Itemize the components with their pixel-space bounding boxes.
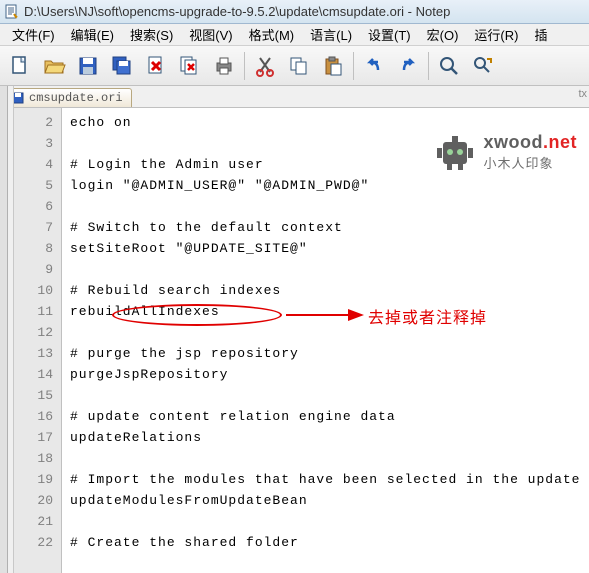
code-line[interactable]: updateModulesFromUpdateBean [62, 490, 589, 511]
code-line[interactable] [62, 448, 589, 469]
menu-file[interactable]: 文件(F) [4, 23, 63, 46]
menu-macro[interactable]: 宏(O) [419, 23, 467, 46]
code-line[interactable] [62, 133, 589, 154]
window-titlebar: D:\Users\NJ\soft\opencms-upgrade-to-9.5.… [0, 0, 589, 24]
menu-edit[interactable]: 编辑(E) [63, 23, 122, 46]
toolbar-separator [353, 52, 354, 80]
save-all-icon[interactable] [106, 50, 138, 82]
tabbar: cmsupdate.ori tx [0, 86, 589, 108]
save-icon[interactable] [72, 50, 104, 82]
print-icon[interactable] [208, 50, 240, 82]
code-line[interactable]: # Switch to the default context [62, 217, 589, 238]
code-line[interactable]: # purge the jsp repository [62, 343, 589, 364]
line-number: 18 [14, 448, 61, 469]
menu-view[interactable]: 视图(V) [181, 23, 240, 46]
new-file-icon[interactable] [4, 50, 36, 82]
code-line[interactable]: echo on [62, 112, 589, 133]
app-icon [4, 4, 20, 20]
line-number: 3 [14, 133, 61, 154]
code-line[interactable]: # Rebuild search indexes [62, 280, 589, 301]
code-line[interactable]: updateRelations [62, 427, 589, 448]
code-line[interactable]: login "@ADMIN_USER@" "@ADMIN_PWD@" [62, 175, 589, 196]
menu-run[interactable]: 运行(R) [466, 23, 526, 46]
toolbar [0, 46, 589, 86]
code-line[interactable]: # Create the shared folder [62, 532, 589, 553]
paste-icon[interactable] [317, 50, 349, 82]
code-line[interactable] [62, 322, 589, 343]
line-number: 11 [14, 301, 61, 322]
undo-icon[interactable] [358, 50, 390, 82]
code-area[interactable]: xwood.net 小木人印象 去掉或者注释掉 echo on# Login t… [62, 108, 589, 573]
toolbar-separator [244, 52, 245, 80]
menu-settings[interactable]: 设置(T) [360, 23, 419, 46]
line-number: 15 [14, 385, 61, 406]
code-line[interactable]: setSiteRoot "@UPDATE_SITE@" [62, 238, 589, 259]
line-number: 14 [14, 364, 61, 385]
line-number: 12 [14, 322, 61, 343]
line-number: 20 [14, 490, 61, 511]
code-line[interactable]: # Login the Admin user [62, 154, 589, 175]
find-icon[interactable] [433, 50, 465, 82]
line-number: 9 [14, 259, 61, 280]
left-dock [0, 86, 8, 573]
replace-icon[interactable] [467, 50, 499, 82]
line-number: 19 [14, 469, 61, 490]
toolbar-separator [428, 52, 429, 80]
line-number: 10 [14, 280, 61, 301]
line-number: 5 [14, 175, 61, 196]
line-number: 22 [14, 532, 61, 553]
close-all-icon[interactable] [174, 50, 206, 82]
open-icon[interactable] [38, 50, 70, 82]
close-icon[interactable] [140, 50, 172, 82]
code-line[interactable]: rebuildAllIndexes [62, 301, 589, 322]
menubar: 文件(F) 编辑(E) 搜索(S) 视图(V) 格式(M) 语言(L) 设置(T… [0, 24, 589, 46]
menu-search[interactable]: 搜索(S) [122, 23, 181, 46]
line-number: 17 [14, 427, 61, 448]
tab-active[interactable]: cmsupdate.ori [2, 88, 132, 107]
line-number: 8 [14, 238, 61, 259]
line-number: 7 [14, 217, 61, 238]
line-number: 13 [14, 343, 61, 364]
tab-label: cmsupdate.ori [29, 91, 123, 105]
copy-icon[interactable] [283, 50, 315, 82]
code-line[interactable]: purgeJspRepository [62, 364, 589, 385]
code-line[interactable] [62, 511, 589, 532]
cut-icon[interactable] [249, 50, 281, 82]
code-line[interactable] [62, 385, 589, 406]
code-line[interactable]: # Import the modules that have been sele… [62, 469, 589, 490]
line-number: 4 [14, 154, 61, 175]
window-title: D:\Users\NJ\soft\opencms-upgrade-to-9.5.… [24, 4, 450, 19]
line-number: 2 [14, 112, 61, 133]
menu-language[interactable]: 语言(L) [302, 23, 360, 46]
line-number-gutter: 2345678910111213141516171819202122 [14, 108, 62, 573]
menu-plugins[interactable]: 插 [526, 23, 555, 46]
code-line[interactable] [62, 196, 589, 217]
code-line[interactable] [62, 259, 589, 280]
menu-format[interactable]: 格式(M) [241, 23, 303, 46]
editor[interactable]: 2345678910111213141516171819202122 xwood… [14, 108, 589, 573]
line-number: 16 [14, 406, 61, 427]
line-number: 6 [14, 196, 61, 217]
redo-icon[interactable] [392, 50, 424, 82]
code-line[interactable]: # update content relation engine data [62, 406, 589, 427]
line-number: 21 [14, 511, 61, 532]
tab-suffix: tx [578, 88, 587, 100]
